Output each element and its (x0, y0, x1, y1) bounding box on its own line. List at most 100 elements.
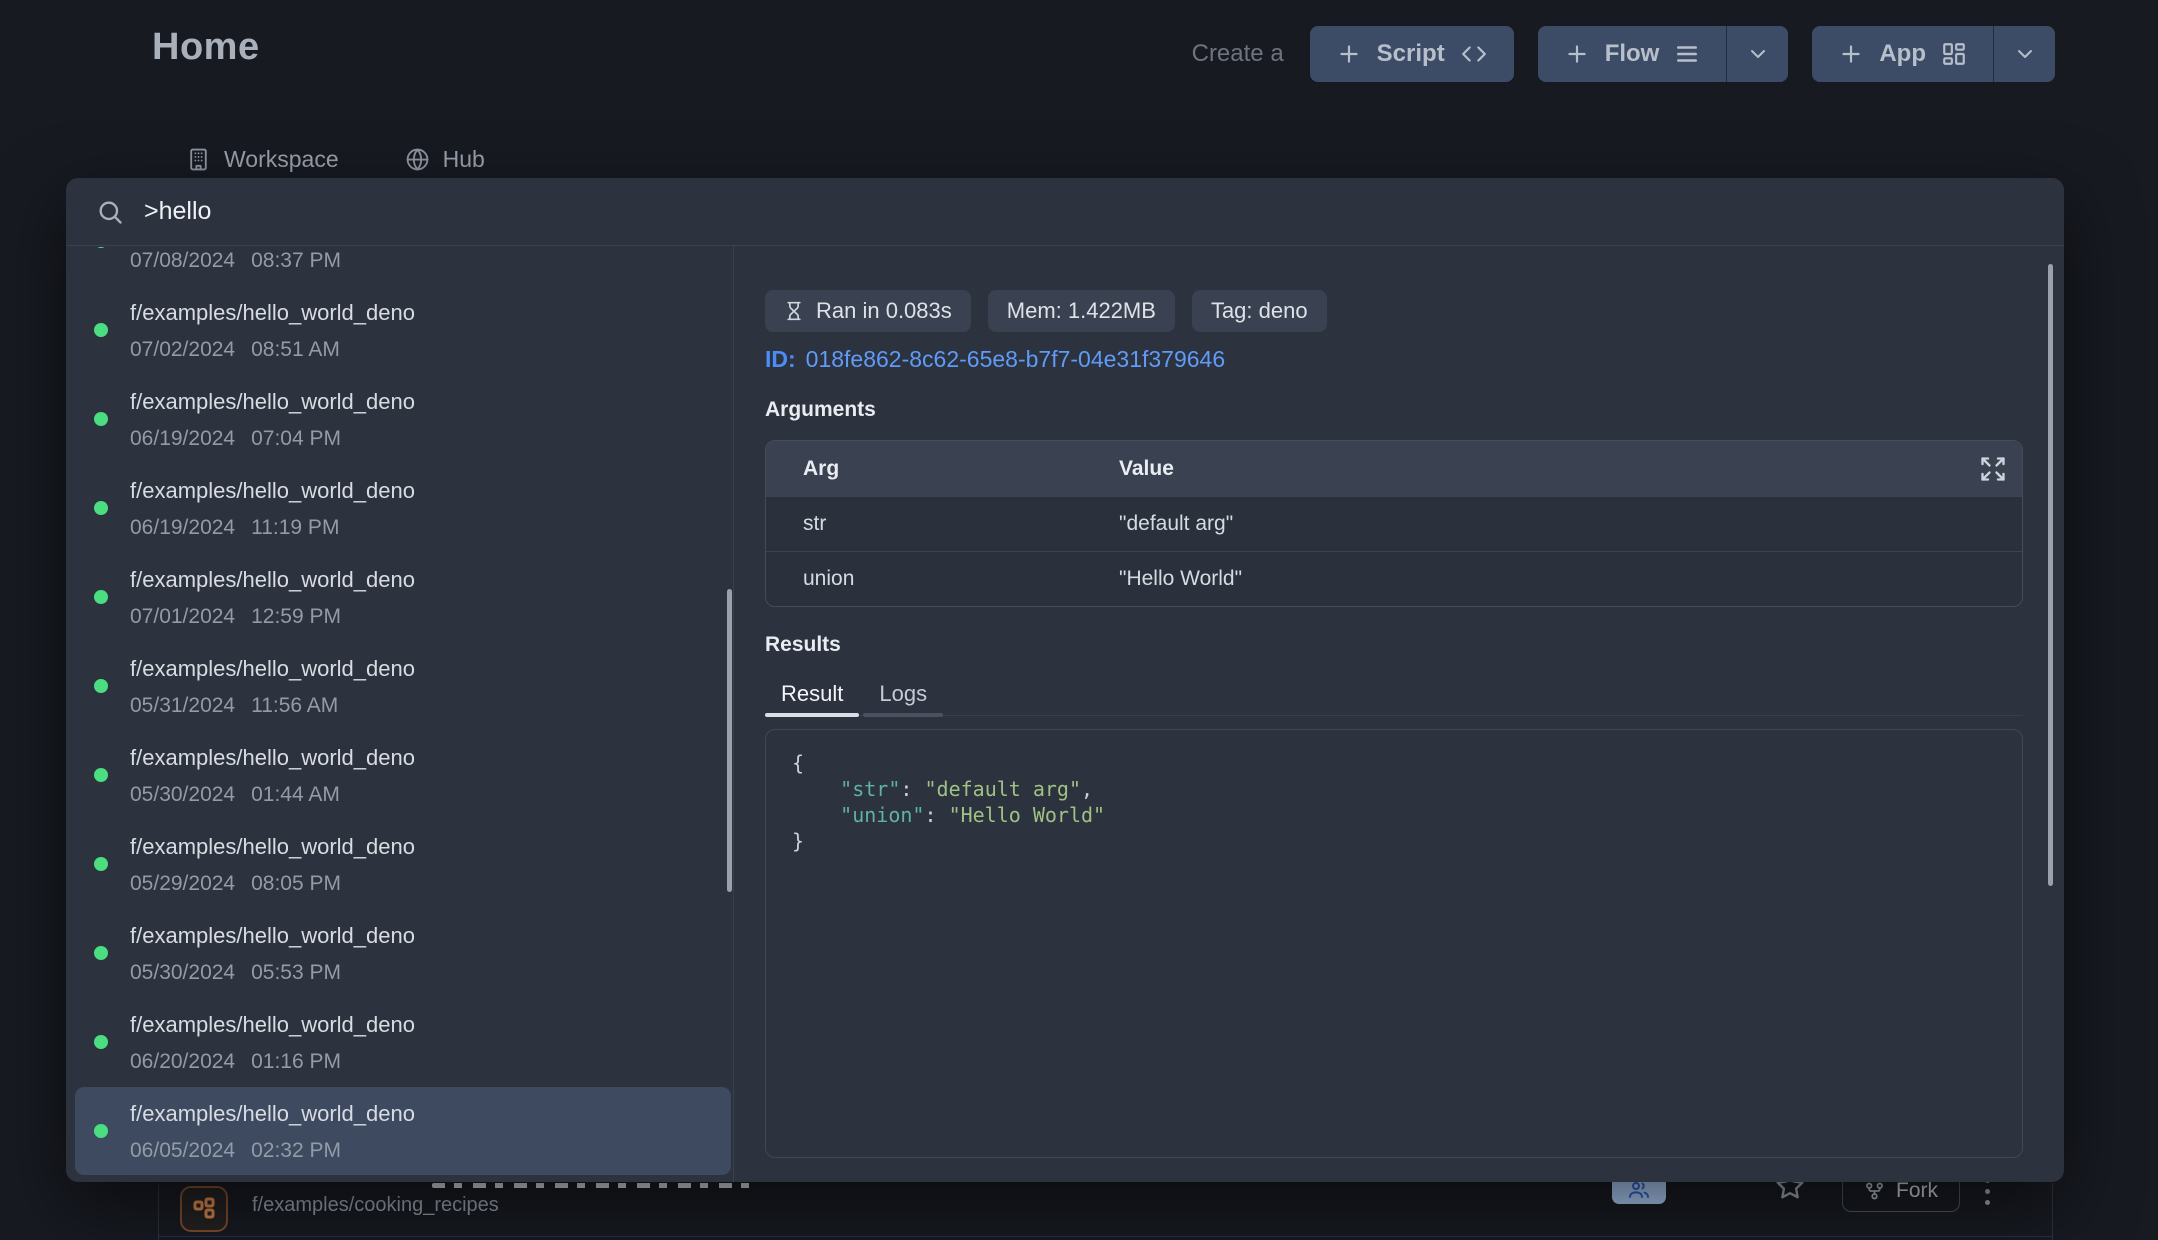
run-path: f/examples/hello_world_deno (130, 1012, 415, 1038)
chevron-down-icon (2013, 42, 2037, 66)
detail-scrollbar[interactable] (2048, 264, 2053, 886)
code-line: } (792, 828, 1996, 854)
run-timestamp: 07/01/202412:59 PM (130, 605, 341, 629)
run-time: 08:37 PM (251, 249, 341, 273)
arg-name-cell: str (766, 512, 1119, 536)
run-timestamp: 06/19/202411:19 PM (130, 516, 339, 540)
run-path: f/examples/hello_world_deno (130, 478, 415, 504)
result-json-viewer[interactable]: { "str": "default arg", "union": "Hello … (765, 729, 2023, 1158)
arguments-table-header: Arg Value (766, 441, 2022, 496)
tab-label: Result (781, 681, 843, 707)
plus-icon (1336, 41, 1362, 67)
app-dropdown-button[interactable] (1993, 26, 2055, 82)
run-date: 06/19/2024 (130, 427, 235, 451)
run-path: f/examples/hello_world_deno (130, 745, 415, 771)
search-input[interactable] (144, 197, 2064, 226)
run-date: 07/01/2024 (130, 605, 235, 629)
success-status-dot-icon (94, 857, 108, 871)
hourglass-icon (784, 299, 804, 323)
run-path: f/examples/hello_world_deno (130, 1101, 415, 1127)
tab-logs[interactable]: Logs (863, 678, 943, 715)
code-token: , (1081, 777, 1093, 801)
success-status-dot-icon (94, 679, 108, 693)
create-flow-label: Flow (1605, 40, 1660, 68)
success-status-dot-icon (94, 590, 108, 604)
run-list-item[interactable]: f/examples/hello_world_deno05/29/202408:… (66, 820, 733, 909)
success-status-dot-icon (94, 412, 108, 426)
run-list-item[interactable]: f/examples/hello_world_deno 07/01/202412:… (66, 553, 733, 642)
run-stat-badge: Ran in 0.083s (765, 290, 971, 332)
code-line: "str": "default arg", (792, 776, 1996, 802)
tab-hub-label: Hub (443, 146, 485, 173)
run-list-item[interactable]: f/examples/hello_world_deno 06/19/202411:… (66, 464, 733, 553)
run-date: 05/29/2024 (130, 872, 235, 896)
result-tabs: Result Logs (765, 678, 2023, 716)
expand-icon[interactable] (1979, 455, 2007, 483)
flow-dropdown-button[interactable] (1726, 26, 1788, 82)
tab-workspace[interactable]: Workspace (186, 146, 339, 173)
run-timestamp: 05/30/2024 01:44 AM (130, 783, 340, 807)
run-time: 11:56 AM (251, 694, 338, 718)
code-token: } (792, 829, 804, 853)
arguments-table-body: str"default arg" union"Hello World" (766, 496, 2022, 606)
create-flow-button[interactable]: Flow (1538, 26, 1727, 82)
code-line: "union": "Hello World" (792, 802, 1996, 828)
column-header-arg: Arg (766, 457, 1119, 481)
run-list-item[interactable]: f/examples/hello_world_deno 05/30/2024 01:… (66, 731, 733, 820)
run-time: 01:44 AM (251, 783, 340, 807)
run-id-link[interactable]: 018fe862-8c62-65e8-b7f7-04e31f379646 (806, 346, 1225, 373)
run-time: 02:32 PM (251, 1139, 341, 1163)
create-script-label: Script (1377, 40, 1445, 68)
success-status-dot-icon (94, 501, 108, 515)
table-row-divider (158, 1236, 2052, 1237)
success-status-dot-icon (94, 946, 108, 960)
run-list-item[interactable]: f/examples/hello_world_deno06/20/202401:… (66, 998, 733, 1087)
search-modal: f/examples/hello_world_deno07/08/202408:… (66, 178, 2064, 1182)
success-status-dot-icon (94, 768, 108, 782)
arguments-title: Arguments (765, 398, 876, 422)
list-scrollbar[interactable] (727, 589, 732, 892)
code-token: : (924, 803, 948, 827)
results-title: Results (765, 633, 841, 657)
success-status-dot-icon (94, 247, 108, 248)
run-id-label: ID: (765, 346, 796, 373)
run-path: f/examples/hello_world_deno (130, 567, 415, 593)
run-path: f/examples/hello_world_deno (130, 300, 415, 326)
run-time: 08:51 AM (251, 338, 340, 362)
tab-label: Logs (879, 681, 927, 707)
run-list-item[interactable]: f/examples/hello_world_deno06/19/202407:… (66, 375, 733, 464)
run-timestamp: 06/05/202402:32 PM (130, 1139, 341, 1163)
arg-name-cell: union (766, 567, 1119, 591)
kebab-menu-icon[interactable] (1985, 1178, 1990, 1205)
success-status-dot-icon (94, 323, 108, 337)
create-script-button[interactable]: Script (1310, 26, 1514, 82)
run-list-item[interactable]: f/examples/hello_world_deno05/30/202405:… (66, 909, 733, 998)
clipped-row-title (432, 1183, 760, 1188)
tab-hub[interactable]: Hub (405, 146, 485, 173)
run-list-item[interactable]: f/examples/hello_world_deno07/02/202408:… (66, 286, 733, 375)
page-title: Home (152, 26, 260, 69)
background-row-path: f/examples/cooking_recipes (252, 1194, 499, 1217)
run-id-row: ID: 018fe862-8c62-65e8-b7f7-04e31f379646 (765, 346, 1225, 373)
create-toolbar: Create a Script Flow App (1192, 26, 2055, 82)
run-date: 05/30/2024 (130, 783, 235, 807)
create-flow-button-group: Flow (1538, 26, 1789, 82)
building-icon (186, 147, 211, 172)
arg-value-cell: "Hello World" (1119, 567, 1242, 591)
run-history-list: f/examples/hello_world_deno07/08/202408:… (66, 247, 733, 1181)
code-token: { (792, 751, 804, 775)
run-timestamp: 06/19/202407:04 PM (130, 427, 341, 451)
table-row: str"default arg" (766, 496, 2022, 551)
table-border-right (2052, 1183, 2053, 1240)
arguments-table: Arg Value str"default arg" union"Hello Wo… (765, 440, 2023, 607)
fork-button-label: Fork (1896, 1179, 1938, 1203)
create-app-button[interactable]: App (1812, 26, 1993, 82)
column-header-value: Value (1119, 457, 1174, 481)
run-time: 08:05 PM (251, 872, 341, 896)
tab-result[interactable]: Result (765, 678, 859, 715)
run-list-item[interactable]: f/examples/hello_world_deno 06/05/202402:… (75, 1087, 731, 1175)
plus-icon (1838, 41, 1864, 67)
run-list-item[interactable]: f/examples/hello_world_deno05/31/202411:… (66, 642, 733, 731)
chevron-down-icon (1746, 42, 1770, 66)
run-list-item[interactable]: f/examples/hello_world_deno07/08/202408:… (66, 247, 733, 286)
